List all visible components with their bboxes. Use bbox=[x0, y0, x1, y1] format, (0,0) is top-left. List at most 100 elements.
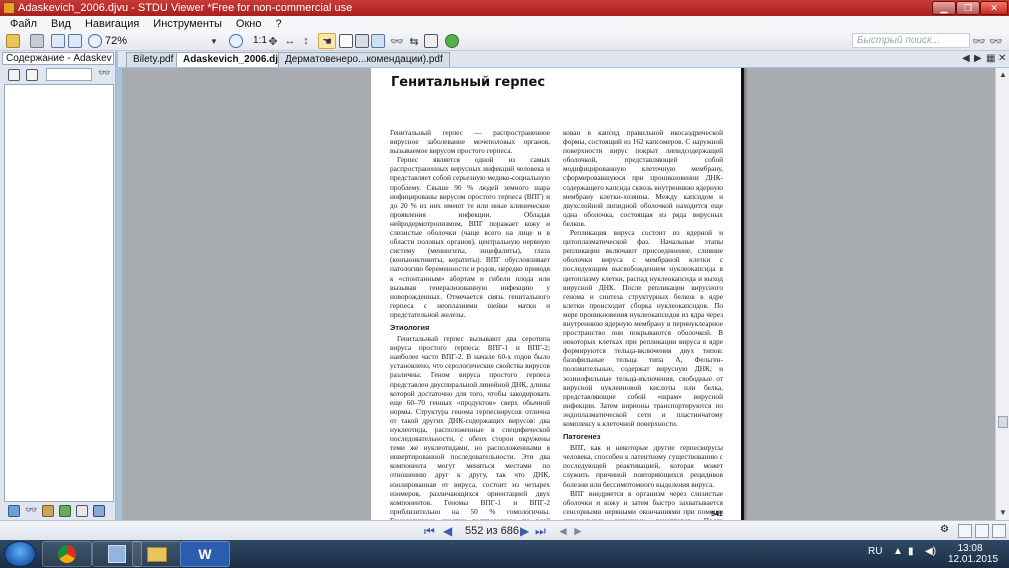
menu-navigation[interactable]: Навигация bbox=[85, 18, 139, 30]
pages-panel-icon[interactable] bbox=[93, 505, 105, 517]
document-tabs: Bilety.pdf Adaskevich_2006.djvu Дерматов… bbox=[118, 51, 1009, 67]
bookmarks-panel-icon[interactable] bbox=[42, 505, 54, 517]
page-indicator[interactable]: 552 из 686 bbox=[465, 525, 519, 537]
continuous-view-icon[interactable] bbox=[992, 524, 1006, 538]
tab-list-icon[interactable]: ▦ bbox=[986, 53, 995, 64]
copy-icon[interactable] bbox=[424, 33, 438, 49]
search-next-icon[interactable]: 👓 bbox=[989, 33, 1003, 49]
menu-view[interactable]: Вид bbox=[51, 18, 71, 30]
tab-bilety[interactable]: Bilety.pdf bbox=[126, 52, 181, 67]
thumbnails-panel-icon[interactable] bbox=[59, 505, 71, 517]
select-image-icon[interactable] bbox=[355, 33, 369, 49]
single-page-view-icon[interactable] bbox=[958, 524, 972, 538]
section-heading-pathogenesis: Патогенез bbox=[563, 432, 601, 442]
title-bar: Adaskevich_2006.djvu - STDU Viewer *Free… bbox=[0, 0, 1009, 16]
annotations-panel-icon[interactable] bbox=[76, 505, 88, 517]
bookmark-expand-icon[interactable] bbox=[8, 69, 20, 81]
explorer-taskbar-icon[interactable] bbox=[132, 541, 182, 567]
zoom-in-icon[interactable] bbox=[229, 33, 243, 49]
snapshot-icon[interactable] bbox=[371, 33, 385, 49]
volume-icon[interactable]: ◀) bbox=[925, 546, 936, 557]
system-clock[interactable]: 13:08 12.01.2015 bbox=[948, 543, 999, 565]
paragraph: ВПГ внедряется в организм через слизисты… bbox=[563, 488, 723, 520]
zoom-value[interactable]: 72% bbox=[105, 35, 127, 47]
contents-search-input[interactable] bbox=[46, 68, 92, 81]
minimize-button[interactable]: ▁ bbox=[932, 1, 956, 15]
printed-page-number: 541 bbox=[711, 511, 723, 518]
tab-prev-icon[interactable]: ◀ bbox=[962, 53, 970, 64]
page-column-right: кован в капсид правильной икосаэдрическо… bbox=[563, 128, 723, 520]
first-page-icon[interactable]: ⏮ bbox=[424, 524, 435, 539]
contents-tree[interactable] bbox=[4, 84, 114, 502]
scroll-up-icon[interactable]: ▲ bbox=[999, 70, 1007, 79]
fit-width-icon[interactable]: ↔ bbox=[283, 33, 297, 49]
history-forward-icon[interactable]: ► bbox=[572, 524, 584, 538]
menu-window[interactable]: Окно bbox=[236, 18, 262, 30]
language-indicator[interactable]: RU bbox=[868, 546, 882, 557]
zoom-out-icon[interactable] bbox=[88, 33, 102, 49]
status-bar: ⏮ ◀ 552 из 686 ▶ ⏭ ◄ ► ⚙ bbox=[0, 520, 1009, 540]
fit-height-icon[interactable]: ↕ bbox=[300, 33, 312, 49]
left-panel: Содержание - Adaskev 👓 👓 bbox=[0, 51, 116, 520]
left-panel-toolbar: 👓 bbox=[2, 66, 114, 84]
zoom-dropdown-icon[interactable]: ▼ bbox=[208, 33, 220, 49]
network-icon[interactable]: ▮ bbox=[908, 546, 914, 557]
tray-expand-icon[interactable]: ▲ bbox=[893, 546, 903, 557]
last-page-icon[interactable]: ⏭ bbox=[535, 524, 546, 539]
window-title: Adaskevich_2006.djvu - STDU Viewer *Free… bbox=[18, 2, 353, 14]
search-panel-icon[interactable]: 👓 bbox=[25, 505, 37, 517]
app-icon bbox=[3, 2, 15, 14]
contents-tab[interactable]: Содержание - Adaskev bbox=[2, 52, 114, 65]
paragraph: Герпес является одной из самых распростр… bbox=[390, 155, 550, 319]
tab-close-icon[interactable]: ✕ bbox=[998, 53, 1006, 64]
print-icon[interactable] bbox=[28, 33, 46, 49]
page-column-left: Генитальный герпес — распространенное ви… bbox=[390, 128, 550, 520]
history-back-icon[interactable]: ◄ bbox=[557, 524, 569, 538]
settings-icon[interactable]: ⚙ bbox=[940, 524, 954, 538]
next-page-icon[interactable]: ▶ bbox=[520, 524, 529, 538]
find-icon[interactable]: 👓 bbox=[390, 33, 404, 49]
scrollbar-thumb[interactable] bbox=[998, 416, 1008, 428]
chrome-taskbar-icon[interactable] bbox=[42, 541, 92, 567]
scroll-down-icon[interactable]: ▼ bbox=[999, 508, 1007, 517]
menu-bar: Файл Вид Навигация Инструменты Окно ? bbox=[0, 16, 1009, 31]
tab-dermatovenerology[interactable]: Дерматовенеро...комендации).pdf bbox=[278, 52, 450, 67]
document-viewer[interactable]: Генитальный герпес Генитальный герпес — … bbox=[122, 68, 995, 520]
maximize-button[interactable]: ❐ bbox=[956, 1, 980, 15]
search-options-icon[interactable]: 👓 bbox=[972, 33, 986, 49]
rotate-icon[interactable]: ⇆ bbox=[407, 33, 421, 49]
menu-tools[interactable]: Инструменты bbox=[153, 18, 222, 30]
hand-tool-icon[interactable]: ☚ bbox=[318, 33, 336, 49]
section-heading-etiology: Этиология bbox=[390, 322, 430, 332]
word-taskbar-icon[interactable]: W bbox=[180, 541, 230, 567]
start-button[interactable] bbox=[4, 541, 36, 567]
document-page: Генитальный герпес Генитальный герпес — … bbox=[371, 68, 744, 520]
refresh-icon[interactable] bbox=[444, 33, 460, 49]
quick-search-input[interactable]: Быстрый поиск... bbox=[852, 33, 970, 48]
paragraph: Репликация вируса состоит из ядерной и ц… bbox=[563, 228, 723, 428]
paragraph: ВПГ, как и некоторые другие герпесвирусы… bbox=[563, 443, 723, 489]
copy-page-icon[interactable] bbox=[50, 33, 66, 49]
close-button[interactable]: ✕ bbox=[980, 1, 1008, 15]
paragraph: кован в капсид правильной икосаэдрическо… bbox=[563, 128, 723, 228]
open-folder-icon[interactable] bbox=[4, 33, 22, 49]
page-heading: Генитальный герпес bbox=[391, 75, 546, 90]
bookmark-collapse-icon[interactable] bbox=[26, 69, 38, 81]
select-text-icon[interactable] bbox=[339, 33, 353, 49]
export-icon[interactable] bbox=[67, 33, 83, 49]
contents-panel-icon[interactable] bbox=[8, 505, 20, 517]
contents-find-icon[interactable]: 👓 bbox=[98, 68, 110, 79]
menu-help[interactable]: ? bbox=[275, 18, 281, 30]
vertical-scrollbar[interactable]: ▲ ▼ bbox=[995, 68, 1009, 520]
actual-size-button[interactable]: 1:1 bbox=[253, 35, 267, 46]
tab-next-icon[interactable]: ▶ bbox=[974, 53, 982, 64]
left-panel-tabs: 👓 bbox=[2, 503, 114, 519]
menu-file[interactable]: Файл bbox=[10, 18, 37, 30]
two-page-view-icon[interactable] bbox=[975, 524, 989, 538]
taskbar: W RU ▲ ▮ ◀) 13:08 12.01.2015 bbox=[0, 540, 1009, 568]
prev-page-icon[interactable]: ◀ bbox=[443, 524, 452, 538]
clock-time: 13:08 bbox=[957, 543, 983, 554]
clock-date: 12.01.2015 bbox=[948, 554, 999, 565]
paragraph: Генитальный герпес вызывают два серотипа… bbox=[390, 334, 550, 520]
fit-page-icon[interactable]: ✥ bbox=[266, 33, 280, 49]
